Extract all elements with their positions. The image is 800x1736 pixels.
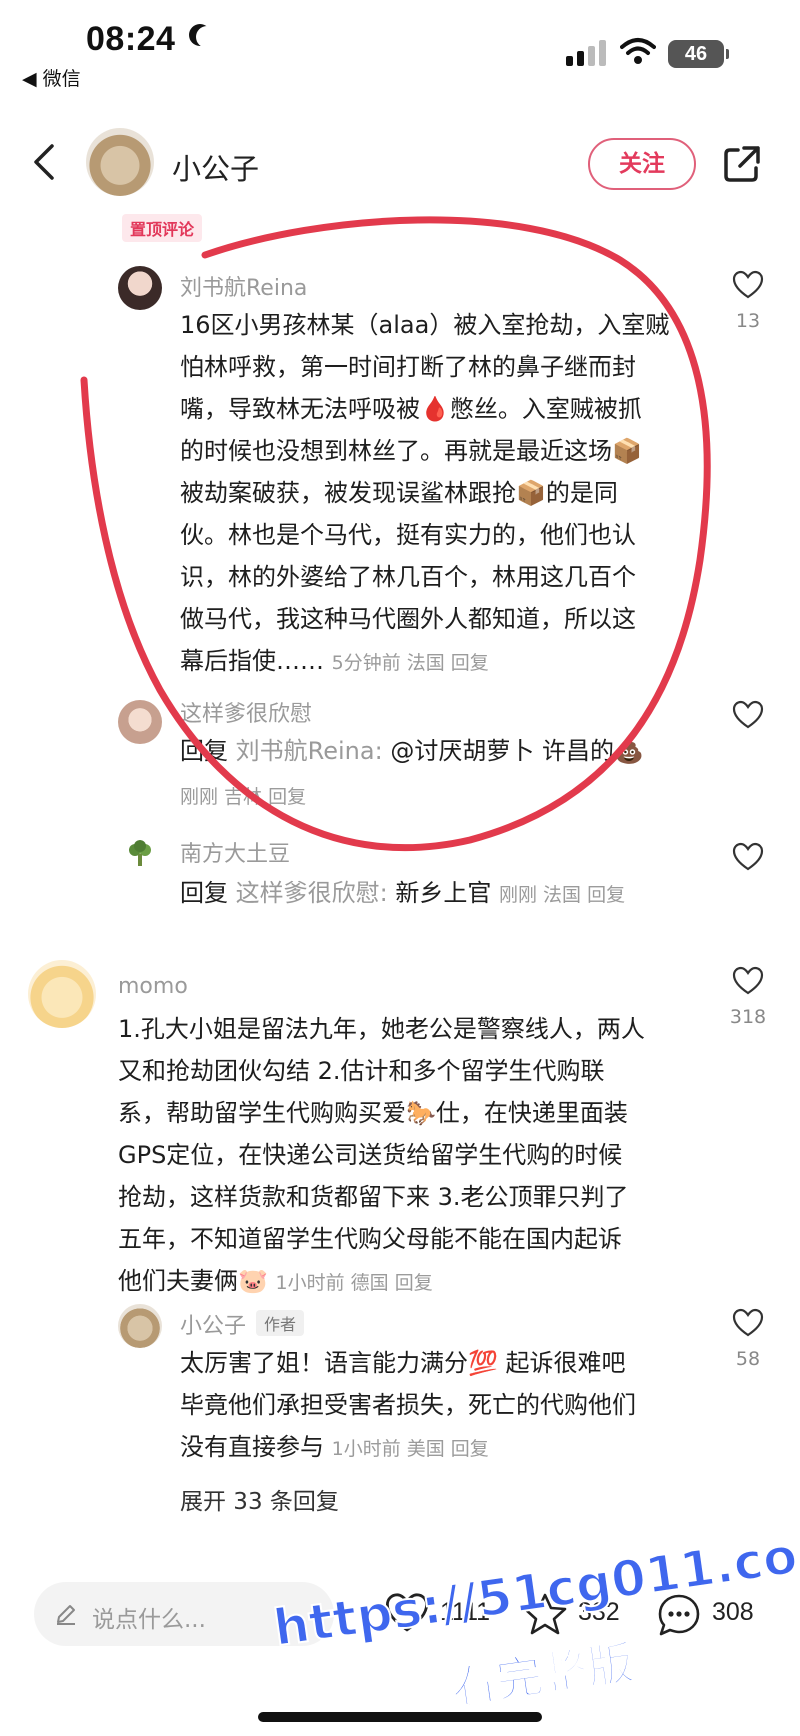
comment-meta[interactable]: 刚刚 法国 回复: [499, 884, 625, 906]
heart-icon: [732, 966, 764, 995]
red-circle-annotation: [80, 216, 711, 852]
commenter-avatar[interactable]: [126, 840, 154, 868]
commenter-avatar[interactable]: [28, 960, 96, 1028]
comment-count: 308: [712, 1598, 754, 1626]
comment-like-button[interactable]: [726, 842, 770, 872]
commenter-name[interactable]: 小公子 作者: [180, 1308, 305, 1340]
reply-text: 回复 刘书航Reina: @讨厌胡萝卜 许昌的💩: [180, 737, 644, 765]
battery-indicator: 46: [668, 40, 729, 68]
comment-text: 1.孔大小姐是留法九年，她老公是警察线人，两人 又和抢劫团伙勾结 2.估计和多个…: [118, 1015, 645, 1295]
heart-icon: [732, 1308, 764, 1337]
moon-icon: [196, 26, 218, 48]
reply-text: 回复 这样爹很欣慰: 新乡上官 刚刚 法国 回复: [180, 879, 626, 907]
favorite-button[interactable]: 332: [522, 1590, 632, 1640]
input-placeholder: 说点什么...: [92, 1607, 206, 1633]
like-count: 58: [735, 1348, 761, 1370]
comment-meta[interactable]: 1小时前 德国 回复: [276, 1272, 433, 1294]
wifi-icon: [620, 38, 656, 64]
commenter-name[interactable]: momo: [118, 974, 188, 999]
like-count: 318: [729, 1006, 767, 1028]
back-to-app-link[interactable]: ◀ 微信: [22, 64, 81, 91]
commenter-name[interactable]: 南方大土豆: [180, 836, 290, 868]
pencil-icon: [57, 1605, 75, 1625]
comment-like-button[interactable]: 13: [726, 270, 770, 332]
comment-meta[interactable]: 刚刚 吉林 回复: [180, 782, 306, 809]
author-name[interactable]: 小公子: [172, 146, 259, 188]
commenter-name[interactable]: 刘书航Reina: [180, 270, 307, 302]
commenter-name[interactable]: 这样爹很欣慰: [180, 696, 312, 728]
like-count: 1111: [440, 1598, 491, 1626]
status-time: 08:24: [86, 20, 176, 58]
comment-text: 太厉害了姐！语言能力满分💯 起诉很难吧 毕竟他们承担受害者损失，死亡的代购他们 …: [180, 1349, 636, 1461]
pinned-comment-badge: 置顶评论: [122, 214, 203, 242]
commenter-avatar[interactable]: [118, 700, 162, 744]
comment-bubble-icon: [658, 1594, 700, 1636]
heart-icon: [385, 1593, 429, 1632]
share-icon[interactable]: [722, 144, 762, 184]
like-post-button[interactable]: 1111: [384, 1590, 494, 1640]
home-indicator: [258, 1712, 542, 1722]
author-tag: 作者: [256, 1310, 305, 1336]
signal-icon: [566, 40, 608, 66]
comment-text: 16区小男孩林某（alaa）被入室抢劫，入室贼 怕林呼救，第一时间打断了林的鼻子…: [180, 311, 670, 675]
author-avatar[interactable]: [86, 128, 154, 196]
follow-button[interactable]: 关注: [588, 138, 696, 190]
comment-like-button[interactable]: 318: [726, 966, 770, 1028]
like-count: 13: [735, 310, 761, 332]
commenter-avatar[interactable]: [118, 266, 162, 310]
comments-button[interactable]: 308: [656, 1590, 766, 1640]
back-arrow-icon[interactable]: [30, 142, 58, 182]
heart-icon: [732, 700, 764, 729]
comment-like-button[interactable]: 58: [726, 1308, 770, 1370]
star-icon: [523, 1593, 567, 1635]
commenter-avatar[interactable]: [118, 1304, 162, 1348]
heart-icon: [732, 270, 764, 299]
heart-icon: [732, 842, 764, 871]
watermark-cta: 看完整版: [447, 1635, 638, 1716]
comment-meta[interactable]: 5分钟前 法国 回复: [332, 652, 489, 674]
comment-like-button[interactable]: [726, 700, 770, 730]
comment-input[interactable]: 说点什么...: [34, 1582, 334, 1646]
expand-replies-button[interactable]: 展开 33 条回复: [180, 1482, 339, 1516]
comment-meta[interactable]: 1小时前 美国 回复: [332, 1438, 489, 1460]
favorite-count: 332: [578, 1598, 620, 1626]
